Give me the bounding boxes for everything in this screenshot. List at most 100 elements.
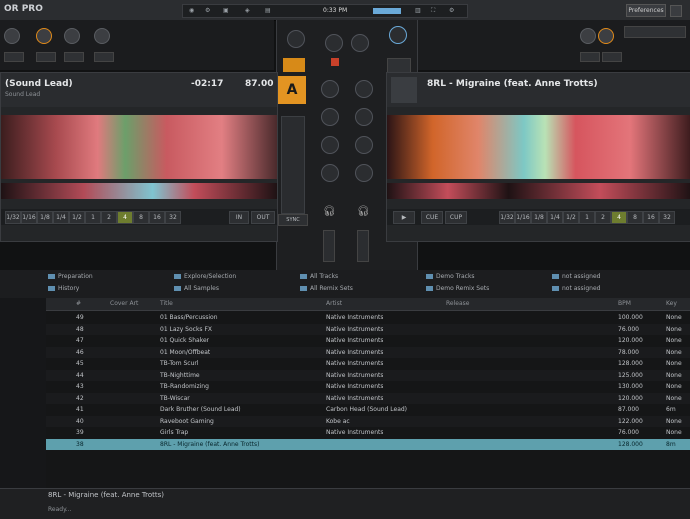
- rec-button[interactable]: [331, 58, 339, 66]
- loop-size-a-8[interactable]: 4: [117, 211, 133, 224]
- settings-icon[interactable]: ⚙: [449, 7, 454, 14]
- eq-low-b[interactable]: [355, 136, 373, 154]
- cup-button-b[interactable]: CUP: [445, 211, 467, 224]
- favorite-not-assigned-1[interactable]: not assigned: [552, 273, 600, 280]
- favorite-history[interactable]: History: [48, 285, 79, 292]
- table-row[interactable]: 44 TB-Nighttime Native Instruments 125.000 N…: [46, 369, 690, 381]
- fx-knob-right-1[interactable]: [580, 28, 596, 44]
- fx-select-right[interactable]: [624, 26, 686, 38]
- loop-size-a-2[interactable]: 1/16: [21, 211, 37, 224]
- cue-button-b[interactable]: CUE: [421, 211, 443, 224]
- favorite-all-remix-sets[interactable]: All Remix Sets: [300, 285, 353, 292]
- favorite-all-tracks[interactable]: All Tracks: [300, 273, 338, 280]
- volume-fader-a[interactable]: [323, 230, 335, 262]
- sync-icon[interactable]: ⚙: [205, 7, 210, 14]
- loop-size-b-3[interactable]: 1/8: [531, 211, 547, 224]
- deck-a-overview[interactable]: [1, 183, 277, 199]
- loop-size-a-1[interactable]: 1/32: [5, 211, 21, 224]
- audio-icon[interactable]: ◈: [245, 7, 250, 14]
- deck-a-indicator[interactable]: [283, 58, 305, 72]
- fx-on-button-right[interactable]: [580, 52, 600, 62]
- loop-size-a-7[interactable]: 2: [101, 211, 117, 224]
- filter-a[interactable]: [321, 164, 339, 182]
- loop-size-a-4[interactable]: 1/4: [53, 211, 69, 224]
- fx-knob-1[interactable]: [4, 28, 20, 44]
- fx-knob-2[interactable]: [64, 28, 80, 44]
- loop-out-a[interactable]: OUT: [251, 211, 275, 224]
- col-title[interactable]: Title: [160, 300, 173, 307]
- fx-dry-wet-knob[interactable]: [36, 28, 52, 44]
- favorite-all-samples[interactable]: All Samples: [174, 285, 219, 292]
- table-row[interactable]: 39 Girls Trap Native Instruments 76.000 None: [46, 427, 690, 438]
- rec-icon[interactable]: ◉: [189, 7, 194, 14]
- loop-size-b-10[interactable]: 16: [643, 211, 659, 224]
- fx-button-1[interactable]: [36, 52, 56, 62]
- loop-size-b-9[interactable]: 8: [627, 211, 643, 224]
- eq-high-b[interactable]: [355, 80, 373, 98]
- loop-in-a[interactable]: IN: [229, 211, 249, 224]
- table-row[interactable]: 45 TB-Tom Scurl Native Instruments 128.000 N…: [46, 358, 690, 369]
- preferences-button[interactable]: Preferences: [626, 4, 666, 17]
- col-key[interactable]: Key: [666, 300, 677, 307]
- table-row[interactable]: 40 Raveboot Gaming Kobe ac 122.000 None: [46, 415, 690, 427]
- loop-size-b-5[interactable]: 1/2: [563, 211, 579, 224]
- fx-button-2[interactable]: [64, 52, 84, 62]
- loop-size-b-6[interactable]: 1: [579, 211, 595, 224]
- table-row[interactable]: 49 01 Bass/Percussion Native Instruments 10…: [46, 312, 690, 323]
- deck-a-waveform[interactable]: [1, 115, 277, 179]
- col-artist[interactable]: Artist: [326, 300, 342, 307]
- filter-b[interactable]: [355, 164, 373, 182]
- table-row[interactable]: 43 TB-Randomizing Native Instruments 130.00…: [46, 381, 690, 392]
- favorite-demo-tracks[interactable]: Demo Tracks: [426, 273, 475, 280]
- loop-size-a-11[interactable]: 32: [165, 211, 181, 224]
- favorite-explore-selection[interactable]: Explore/Selection: [174, 273, 236, 280]
- favorite-demo-remix-sets[interactable]: Demo Remix Sets: [426, 285, 489, 292]
- deck-b-waveform[interactable]: [387, 115, 690, 179]
- loop-size-a-5[interactable]: 1/2: [69, 211, 85, 224]
- menu-icon[interactable]: [670, 5, 682, 17]
- col-number[interactable]: #: [76, 300, 81, 307]
- loop-size-a-9[interactable]: 8: [133, 211, 149, 224]
- play-button-b[interactable]: ▶: [393, 211, 415, 224]
- midi-icon[interactable]: ▣: [223, 7, 229, 14]
- favorite-preparation[interactable]: Preparation: [48, 273, 93, 280]
- favorite-not-assigned-2[interactable]: not assigned: [552, 285, 600, 292]
- table-row[interactable]: 38 8RL - Migraine (feat. Anne Trotts) 128.…: [46, 438, 690, 450]
- gain-knob-a[interactable]: [287, 30, 305, 48]
- loop-size-a-10[interactable]: 16: [149, 211, 165, 224]
- loop-size-b-1[interactable]: 1/32: [499, 211, 515, 224]
- eq-mid-b[interactable]: [355, 108, 373, 126]
- eq-low-a[interactable]: [321, 136, 339, 154]
- loop-size-b-2[interactable]: 1/16: [515, 211, 531, 224]
- eq-mid-a[interactable]: [321, 108, 339, 126]
- table-row[interactable]: 48 01 Lazy Socks FX Native Instruments 76.0…: [46, 323, 690, 335]
- browser-tree[interactable]: [0, 298, 47, 488]
- fx-knob-3[interactable]: [94, 28, 110, 44]
- headphone-icon-a[interactable]: 🎧︎: [323, 206, 336, 218]
- col-release[interactable]: Release: [446, 300, 469, 307]
- headphone-icon-b[interactable]: 🎧︎: [357, 206, 370, 218]
- loop-size-b-11[interactable]: 32: [659, 211, 675, 224]
- loop-size-a-3[interactable]: 1/8: [37, 211, 53, 224]
- loop-size-b-7[interactable]: 2: [595, 211, 611, 224]
- table-row[interactable]: 42 TB-Wiscar Native Instruments 120.000 None: [46, 392, 690, 404]
- fx-dry-wet-knob-right[interactable]: [598, 28, 614, 44]
- tempo-fader-a[interactable]: [281, 116, 305, 214]
- volume-fader-b[interactable]: [357, 230, 369, 262]
- eq-high-a[interactable]: [321, 80, 339, 98]
- main-volume-knob[interactable]: [389, 26, 407, 44]
- table-row[interactable]: 46 01 Moon/Offbeat Native Instruments 78.00…: [46, 346, 690, 358]
- master-knob-a[interactable]: [325, 34, 343, 52]
- fx-on-button[interactable]: [4, 52, 24, 62]
- table-row[interactable]: 41 Dark Bruther (Sound Lead) Carbon Head (…: [46, 404, 690, 415]
- fx-button-3[interactable]: [94, 52, 114, 62]
- deck-a-letter[interactable]: A: [278, 76, 306, 104]
- loop-size-b-4[interactable]: 1/4: [547, 211, 563, 224]
- col-bpm[interactable]: BPM: [618, 300, 631, 307]
- loop-size-b-8[interactable]: 4: [611, 211, 627, 224]
- sync-button-a[interactable]: SYNC: [278, 214, 308, 226]
- table-row[interactable]: 47 01 Quick Shaker Native Instruments 120.0…: [46, 335, 690, 346]
- master-knob-b[interactable]: [351, 34, 369, 52]
- loop-size-a-6[interactable]: 1: [85, 211, 101, 224]
- fullscreen-icon[interactable]: ⛶: [431, 7, 435, 15]
